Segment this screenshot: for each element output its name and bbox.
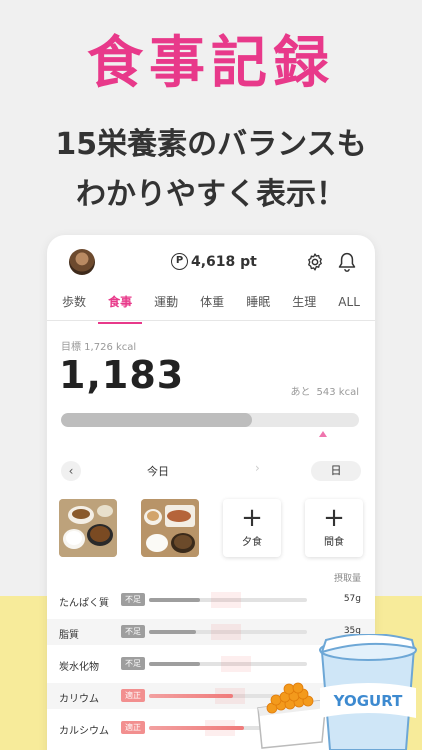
yogurt-illustration: YOGURT (319, 634, 417, 750)
next-day-button[interactable]: › (255, 461, 260, 475)
prev-day-button[interactable]: ‹ (61, 461, 81, 481)
points-value: 4,618 pt (191, 253, 257, 270)
avatar[interactable] (69, 249, 95, 275)
meal-slots: + 夕食 + 間食 (59, 499, 363, 559)
calorie-total: 1,183 (59, 353, 185, 397)
lunch-photo[interactable] (141, 499, 199, 557)
hero-subtitle-line2: わかりやすく表示！ (76, 177, 346, 212)
hero-subtitle-line1: 15栄養素のバランスも (55, 127, 367, 162)
status-badge: 不足 (121, 625, 145, 638)
target-range (221, 656, 251, 672)
nutrient-name: カルシウム (59, 726, 109, 737)
add-snack-button[interactable]: + 間食 (305, 499, 363, 557)
goal-marker-icon (319, 431, 327, 437)
tab-0[interactable]: 歩数 (58, 287, 90, 320)
tab-5[interactable]: 生理 (288, 287, 320, 320)
nutrient-bar-fill (149, 662, 200, 666)
top-bar: P 4,618 pt (47, 235, 375, 287)
nutrient-value: 57g (343, 594, 361, 604)
snack-label: 間食 (324, 537, 344, 548)
tab-3[interactable]: 体重 (196, 287, 228, 320)
status-badge: 適正 (121, 721, 145, 734)
tab-4[interactable]: 睡眠 (242, 287, 274, 320)
dinner-label: 夕食 (242, 537, 262, 548)
breakfast-photo[interactable] (59, 499, 117, 557)
day-navigation: ‹ 今日 › 日 (47, 459, 375, 483)
remaining-prefix: あと (290, 387, 311, 398)
target-range (211, 624, 241, 640)
points-display[interactable]: P 4,618 pt (171, 253, 257, 270)
add-dinner-button[interactable]: + 夕食 (223, 499, 281, 557)
day-view-toggle[interactable]: 日 (311, 461, 361, 481)
nutrient-name: たんぱく質 (59, 598, 109, 609)
tab-2[interactable]: 運動 (150, 287, 182, 320)
lunch-photo-image (141, 499, 199, 557)
nutrient-bar (149, 624, 307, 640)
status-badge: 適正 (121, 689, 145, 702)
points-icon: P (171, 253, 188, 270)
current-day-label: 今日 (147, 465, 169, 478)
calorie-progress-bar (61, 413, 359, 427)
tab-6[interactable]: ALL (334, 287, 364, 320)
nutrient-bar-fill (149, 694, 233, 698)
status-badge: 不足 (121, 593, 145, 606)
tab-1[interactable]: 食事 (98, 287, 143, 324)
nutrient-bar-fill (149, 630, 197, 634)
nutrient-name: 炭水化物 (59, 662, 99, 673)
calorie-progress-fill (61, 413, 252, 427)
plus-icon: + (241, 503, 263, 533)
nutrient-bar-fill (149, 598, 200, 602)
nutrient-name: 脂質 (59, 630, 79, 641)
status-badge: 不足 (121, 657, 145, 670)
target-range (211, 592, 241, 608)
category-tabs: 歩数 食事 運動 体重 睡眠 生理 ALL (47, 287, 375, 324)
remaining-value: 543 kcal (316, 387, 359, 398)
intake-header: 摂取量 (333, 574, 361, 584)
nutrient-row[interactable]: たんぱく質 不足 57g (47, 587, 375, 613)
calorie-goal: 目標 1,726 kcal (61, 342, 137, 353)
calorie-remaining: あと 543 kcal (291, 383, 359, 398)
nutrient-bar (149, 592, 307, 608)
nutrient-name: カリウム (59, 694, 99, 705)
breakfast-photo-image (59, 499, 117, 557)
nutrient-bar-fill (149, 726, 244, 730)
yogurt-label: YOGURT (333, 692, 403, 710)
hero-title: 食事記録 (87, 31, 335, 96)
plus-icon: + (323, 503, 345, 533)
gear-icon[interactable] (305, 252, 325, 272)
nutrient-bar (149, 656, 307, 672)
bell-icon[interactable] (337, 251, 357, 273)
